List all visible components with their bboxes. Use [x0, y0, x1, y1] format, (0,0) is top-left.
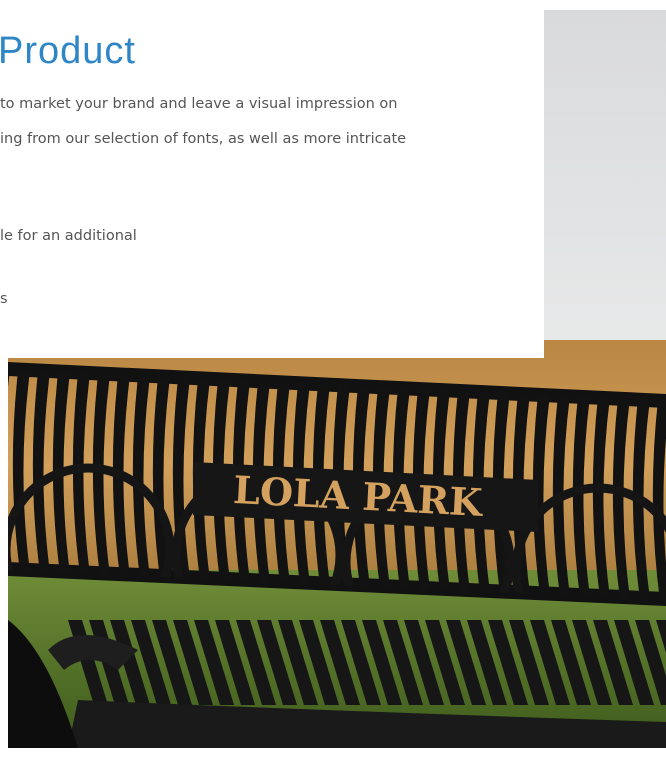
- description-line: s: [0, 291, 8, 307]
- page-title: Product: [0, 30, 136, 72]
- description-line: ing from our selection of fonts, as well…: [0, 131, 407, 147]
- description-line: le for an additional: [0, 228, 137, 244]
- product-page: LOLA PARK Product to market your brand a…: [0, 0, 666, 770]
- product-text-card: Product to market your brand and leave a…: [0, 0, 544, 358]
- description-line: to market your brand and leave a visual …: [0, 96, 398, 112]
